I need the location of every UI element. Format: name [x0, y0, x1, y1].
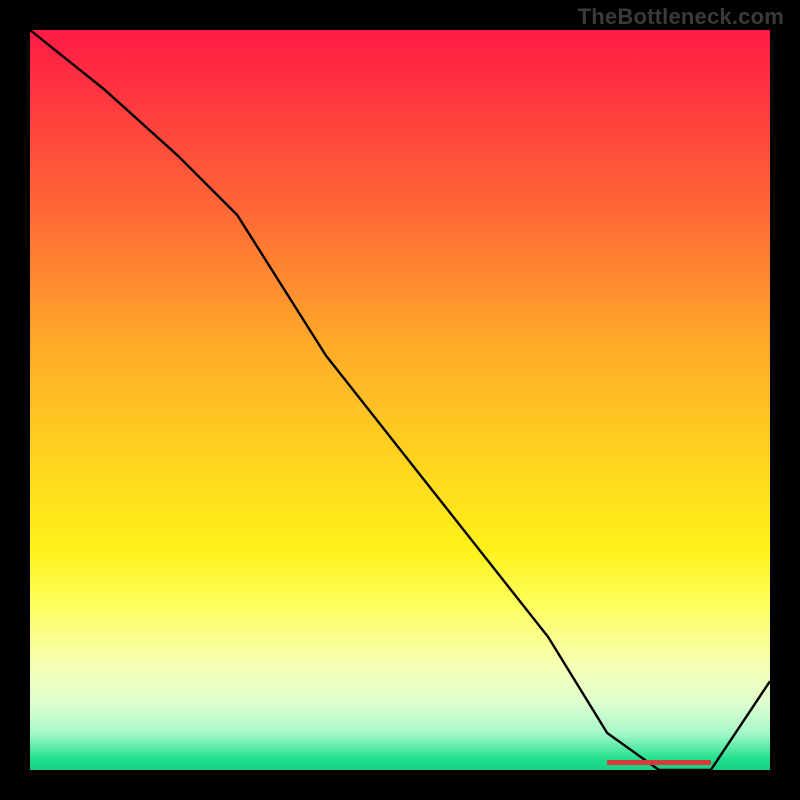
flat-segment-marker — [607, 760, 711, 765]
chart-stage: TheBottleneck.com — [0, 0, 800, 800]
chart-line-layer — [30, 30, 770, 770]
watermark-text: TheBottleneck.com — [578, 4, 784, 30]
chart-line — [30, 30, 770, 770]
